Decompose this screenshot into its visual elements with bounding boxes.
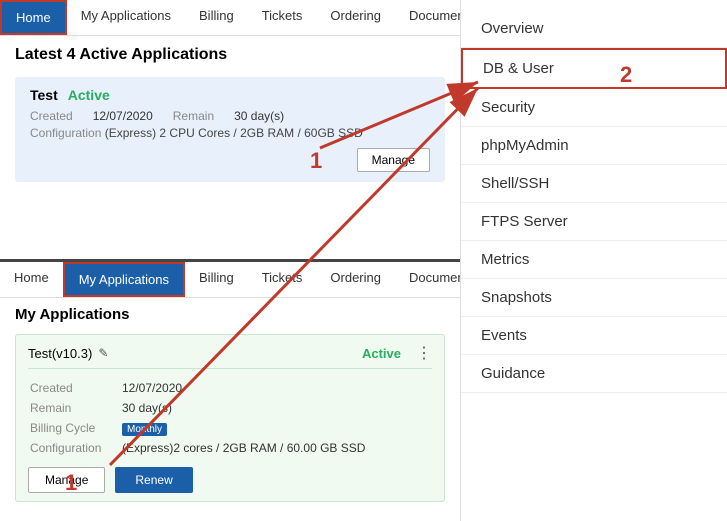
left-panel: Home My Applications Billing Tickets Ord… — [0, 0, 460, 521]
nav-my-applications-bottom[interactable]: My Applications — [63, 262, 185, 297]
right-panel: Overview DB & User Security phpMyAdmin S… — [460, 0, 727, 521]
menu-item-overview[interactable]: Overview — [461, 10, 727, 48]
top-section-title: Latest 4 Active Applications — [0, 36, 460, 72]
remain-value-bottom: 30 day(s) — [122, 399, 430, 417]
nav-home-bottom[interactable]: Home — [0, 262, 63, 297]
nav-tickets-top[interactable]: Tickets — [248, 0, 317, 35]
config-value-bottom: (Express)2 cores / 2GB RAM / 60.00 GB SS… — [122, 439, 430, 457]
app-status-top: Active — [68, 87, 110, 103]
detail-table: Created 12/07/2020 Remain 30 day(s) Bill… — [28, 377, 432, 459]
nav-home-top[interactable]: Home — [0, 0, 67, 35]
table-row-config: Configuration (Express)2 cores / 2GB RAM… — [30, 439, 430, 457]
manage-button-top[interactable]: Manage — [357, 148, 430, 172]
table-row-created: Created 12/07/2020 — [30, 379, 430, 397]
bottom-nav-bar: Home My Applications Billing Tickets Ord… — [0, 262, 460, 298]
remain-label-top: Remain — [173, 109, 214, 123]
remain-label-bottom: Remain — [30, 399, 120, 417]
card-header-right: Active ⋮ — [362, 343, 432, 363]
billing-label-bottom: Billing Cycle — [30, 419, 120, 437]
bottom-section: Home My Applications Billing Tickets Ord… — [0, 262, 460, 521]
nav-billing-top[interactable]: Billing — [185, 0, 248, 35]
app-info-created-top: Created 12/07/2020 Remain 30 day(s) — [30, 109, 430, 123]
app-name-edit: Test(v10.3) ✎ — [28, 346, 108, 361]
nav-billing-bottom[interactable]: Billing — [185, 262, 248, 297]
table-row-remain: Remain 30 day(s) — [30, 399, 430, 417]
menu-item-shell-ssh[interactable]: Shell/SSH — [461, 165, 727, 203]
config-value-top: (Express) 2 CPU Cores / 2GB RAM / 60GB S… — [105, 126, 363, 140]
created-value-bottom: 12/07/2020 — [122, 379, 430, 397]
menu-item-metrics[interactable]: Metrics — [461, 241, 727, 279]
table-row-billing: Billing Cycle Monthly — [30, 419, 430, 437]
menu-item-snapshots[interactable]: Snapshots — [461, 279, 727, 317]
created-label-top: Created — [30, 109, 73, 123]
page-wrapper: Home My Applications Billing Tickets Ord… — [0, 0, 727, 521]
menu-item-events[interactable]: Events — [461, 317, 727, 355]
menu-item-phpmyadmin[interactable]: phpMyAdmin — [461, 127, 727, 165]
panels: Home My Applications Billing Tickets Ord… — [0, 0, 727, 521]
created-label-bottom: Created — [30, 379, 120, 397]
nav-docs-top[interactable]: Documenta... — [395, 0, 460, 35]
nav-tickets-bottom[interactable]: Tickets — [248, 262, 317, 297]
nav-ordering-top[interactable]: Ordering — [316, 0, 395, 35]
app-card-top: Test Active Created 12/07/2020 Remain 30… — [15, 77, 445, 182]
dots-menu[interactable]: ⋮ — [416, 343, 432, 363]
remain-value-top: 30 day(s) — [234, 109, 284, 123]
menu-item-db-user[interactable]: DB & User — [461, 48, 727, 89]
nav-ordering-bottom[interactable]: Ordering — [316, 262, 395, 297]
menu-item-ftps-server[interactable]: FTPS Server — [461, 203, 727, 241]
manage-btn-row-top: Manage — [30, 148, 430, 172]
bottom-section-title: My Applications — [0, 298, 460, 329]
menu-item-guidance[interactable]: Guidance — [461, 355, 727, 393]
config-label-bottom: Configuration — [30, 439, 120, 457]
config-row-top: Configuration (Express) 2 CPU Cores / 2G… — [30, 126, 430, 140]
monthly-badge: Monthly — [122, 423, 167, 436]
card-header-bottom: Test(v10.3) ✎ Active ⋮ — [28, 343, 432, 369]
menu-item-security[interactable]: Security — [461, 89, 727, 127]
app-status-bottom: Active — [362, 346, 401, 361]
billing-value-bottom: Monthly — [122, 419, 430, 437]
top-nav-bar: Home My Applications Billing Tickets Ord… — [0, 0, 460, 36]
app-card-bottom: Test(v10.3) ✎ Active ⋮ Created 12/07/202… — [15, 334, 445, 502]
top-section: Home My Applications Billing Tickets Ord… — [0, 0, 460, 262]
card-actions: Manage Renew — [28, 467, 432, 493]
manage-button-bottom[interactable]: Manage — [28, 467, 105, 493]
edit-icon[interactable]: ✎ — [98, 346, 108, 360]
app-header-top: Test Active — [30, 87, 430, 103]
nav-docs-bottom[interactable]: Documenta... — [395, 262, 460, 297]
created-value-top: 12/07/2020 — [93, 109, 153, 123]
app-name-top: Test — [30, 87, 58, 103]
app-name-bottom: Test(v10.3) — [28, 346, 92, 361]
config-label-top: Configuration — [30, 126, 101, 140]
nav-my-applications-top[interactable]: My Applications — [67, 0, 185, 35]
renew-button[interactable]: Renew — [115, 467, 192, 493]
